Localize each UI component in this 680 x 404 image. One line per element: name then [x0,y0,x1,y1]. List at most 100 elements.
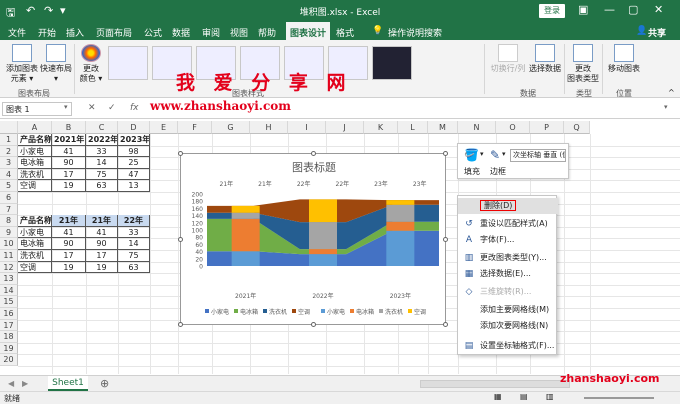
table-cell[interactable]: 17 [52,250,86,262]
table-cell[interactable]: 14 [118,238,150,250]
table-cell[interactable]: 90 [86,238,118,250]
chart-style-1[interactable] [108,46,148,80]
minimize-button[interactable]: — [604,3,615,16]
table-cell[interactable]: 41 [52,145,86,158]
fill-label[interactable]: 填充 [464,166,480,177]
legend-entry[interactable]: 电冰箱 [240,308,258,316]
row-header[interactable]: 18 [0,331,18,343]
context-menu-item[interactable]: A 字体(F)... [458,232,558,248]
resize-handle[interactable] [311,322,316,327]
bar-洗衣机[interactable] [386,204,415,222]
switch-row-col-button[interactable]: 切换行/列 [490,44,526,74]
row-header[interactable]: 8 [0,215,18,227]
column-header[interactable]: D [118,121,150,134]
table-cell[interactable]: 75 [118,250,150,262]
share-icon[interactable]: 👤 [636,26,647,36]
fill-dropdown-icon[interactable]: ▾ [480,150,484,158]
table-cell[interactable]: 洗衣机 [18,168,52,181]
row-header[interactable]: 7 [0,203,18,216]
bar-电冰箱[interactable] [386,221,415,231]
change-colors-button[interactable]: 更改 颜色 ▾ [78,44,104,84]
table-cell[interactable]: 33 [118,226,150,239]
table-cell[interactable]: 电冰箱 [18,238,52,250]
table-cell[interactable]: 空调 [18,261,52,274]
tab-chart-design[interactable]: 图表设计 [286,22,331,40]
row-header[interactable]: 9 [0,226,18,239]
plot-area[interactable] [207,199,439,266]
resize-handle[interactable] [443,322,448,327]
select-data-button[interactable]: 选择数据 [528,44,562,74]
column-header[interactable]: M [428,121,458,134]
table-cell[interactable]: 90 [52,238,86,250]
bar-空调[interactable] [309,199,337,223]
expand-formula-icon[interactable]: ▾ [664,103,668,111]
row-header[interactable]: 15 [0,296,18,308]
legend-entry[interactable]: 电冰箱 [356,308,374,316]
page-layout-view-icon[interactable]: ▤ [520,392,528,401]
table-header-cell[interactable]: 21年 [52,215,86,227]
resize-handle[interactable] [443,151,448,156]
move-chart-button[interactable]: 移动图表 [606,44,642,74]
column-header[interactable]: B [52,121,86,134]
legend-entry[interactable]: 空调 [298,308,310,316]
row-header[interactable]: 5 [0,180,18,192]
tab-home[interactable]: 开始 [38,26,56,39]
table-header-cell[interactable]: 2021年 [52,134,86,146]
border-label[interactable]: 边框 [490,166,506,177]
table-cell[interactable]: 小家电 [18,226,52,239]
context-menu-item[interactable]: 添加次要网格线(N) [458,318,558,334]
column-header[interactable]: P [530,121,564,134]
context-menu-item[interactable]: ▦ 选择数据(E)... [458,266,558,282]
legend-entry[interactable]: 空调 [414,308,426,316]
outline-dropdown-icon[interactable]: ▾ [502,150,506,158]
ribbon-display-icon[interactable]: ▣ [578,3,588,16]
column-header[interactable]: I [288,121,326,134]
tab-view[interactable]: 视图 [230,26,248,39]
share-button[interactable]: 共享 [648,26,666,39]
chart-style-7[interactable] [372,46,412,80]
table-cell[interactable]: 19 [86,261,118,274]
chart-title[interactable]: 图表标题 [292,160,336,174]
column-header[interactable]: H [250,121,288,134]
resize-handle[interactable] [443,237,448,242]
table-cell[interactable]: 63 [118,261,150,274]
column-header[interactable]: F [178,121,212,134]
row-header[interactable]: 19 [0,342,18,355]
context-menu-item[interactable]: ▤ 设置坐标轴格式(F)... [458,338,558,354]
bar-小家电[interactable] [386,230,415,266]
column-header[interactable]: Q [564,121,590,134]
horizontal-scrollbar[interactable] [420,380,570,388]
tab-file[interactable]: 文件 [8,26,26,39]
legend-entry[interactable]: 小家电 [327,308,345,316]
legend-entry[interactable]: 小家电 [211,308,229,316]
close-button[interactable]: ✕ [654,3,663,16]
context-menu-item[interactable]: ▥ 更改图表类型(Y)... [458,250,558,266]
row-header[interactable]: 4 [0,168,18,181]
tab-formulas[interactable]: 公式 [144,26,162,39]
tellme-search[interactable]: 操作说明搜索 [388,26,442,39]
chart-element-dropdown[interactable]: 次坐标轴 垂直 (值 [510,149,566,162]
resize-handle[interactable] [178,151,183,156]
cancel-icon[interactable]: ✕ [88,103,96,113]
row-header[interactable]: 12 [0,261,18,274]
row-header[interactable]: 20 [0,354,18,366]
column-header[interactable]: C [86,121,118,134]
zoom-slider[interactable] [584,397,654,399]
table-cell[interactable]: 90 [52,157,86,169]
row-header[interactable]: 16 [0,308,18,320]
chart-area[interactable]: 图表标题 0 20 40 60 80 100 120 140 160 180 200 21年 21年 22… [178,151,448,327]
table-cell[interactable]: 25 [118,157,150,169]
column-header[interactable]: G [212,121,250,134]
table-header-cell[interactable]: 2022年 [86,134,118,146]
table-cell[interactable]: 洗衣机 [18,250,52,262]
table-cell[interactable]: 47 [118,168,150,181]
tab-format[interactable]: 格式 [336,26,354,39]
table-header-cell[interactable]: 2023年 [118,134,150,146]
tab-help[interactable]: 帮助 [258,26,276,39]
context-menu-item[interactable]: 删除(D) [458,198,558,214]
row-header[interactable]: 10 [0,238,18,250]
column-header[interactable]: A [18,121,52,134]
column-header[interactable]: O [496,121,530,134]
row-header[interactable]: 2 [0,145,18,158]
row-header[interactable]: 13 [0,273,18,285]
